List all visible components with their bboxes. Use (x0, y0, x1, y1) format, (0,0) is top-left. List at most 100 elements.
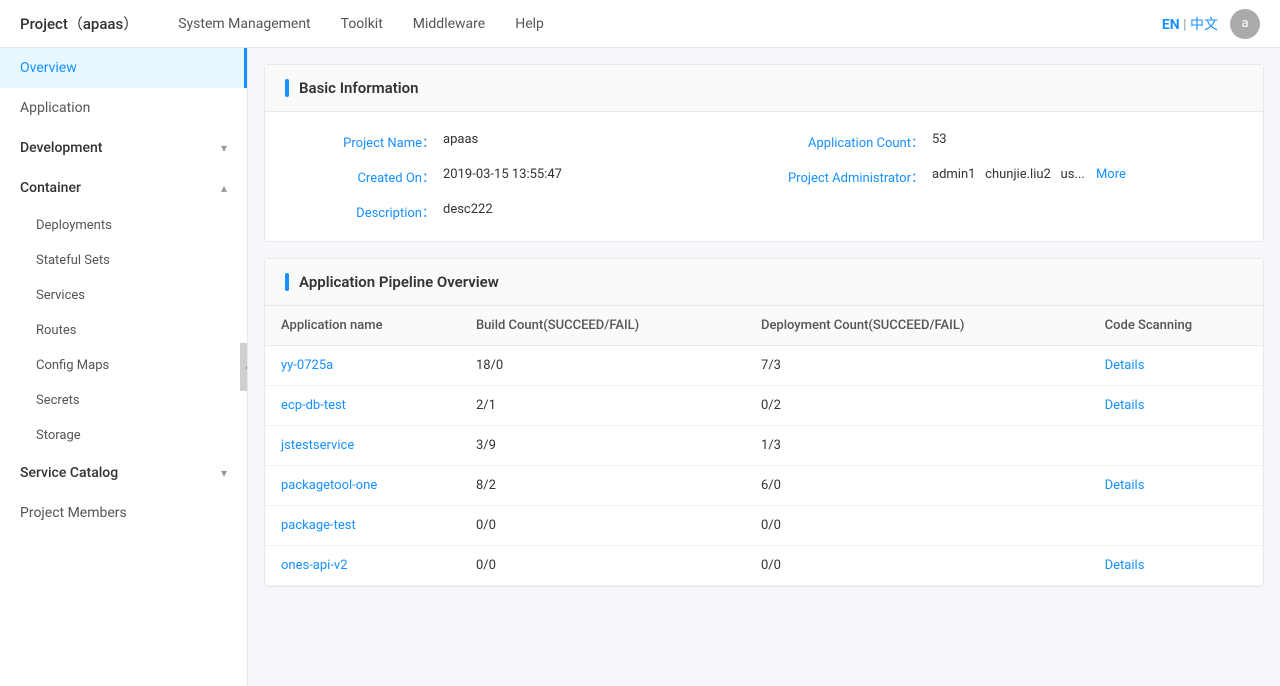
app-name-cell[interactable]: ones-api-v2 (265, 546, 460, 586)
sidebar-container-label: Container (20, 180, 81, 196)
pipeline-table-body: yy-0725a18/07/3Detailsecp-db-test2/10/2D… (265, 346, 1263, 586)
code-scanning-cell[interactable]: Details (1089, 346, 1263, 386)
chevron-up-icon: ▴ (221, 181, 227, 195)
sidebar: Overview Application Development ▾ Conta… (0, 48, 248, 686)
app-link[interactable]: packagetool-one (281, 478, 377, 493)
sidebar-services-label: Services (36, 288, 85, 303)
app-name-cell[interactable]: ecp-db-test (265, 386, 460, 426)
app-count-row: Application Count： 53 (784, 132, 1233, 151)
sidebar-item-overview[interactable]: Overview (0, 48, 247, 88)
nav-system-management[interactable]: System Management (178, 16, 310, 32)
nav-toolkit[interactable]: Toolkit (341, 16, 383, 32)
project-admin-values: admin1 chunjie.liu2 us... More (932, 167, 1126, 182)
avatar[interactable]: a (1230, 9, 1260, 39)
app-link[interactable]: ecp-db-test (281, 398, 346, 413)
sidebar-group-development[interactable]: Development ▾ (0, 128, 247, 168)
deployment-count-cell: 1/3 (745, 426, 1089, 466)
app-count-label: Application Count： (784, 132, 924, 151)
description-row: Description： desc222 (295, 202, 744, 221)
sidebar-item-config-maps[interactable]: Config Maps (0, 348, 247, 383)
code-scanning-cell[interactable]: Details (1089, 386, 1263, 426)
table-row: packagetool-one8/26/0Details (265, 466, 1263, 506)
build-count-cell: 0/0 (460, 506, 745, 546)
pipeline-overview-section: Application Pipeline Overview Applicatio… (264, 258, 1264, 587)
code-scanning-cell (1089, 506, 1263, 546)
created-on-label: Created On： (295, 167, 435, 186)
admin-1: admin1 (932, 167, 975, 182)
sidebar-item-services[interactable]: Services (0, 278, 247, 313)
nav-middleware[interactable]: Middleware (413, 16, 485, 32)
more-admins-link[interactable]: More (1096, 167, 1126, 182)
admin-2: chunjie.liu2 (985, 167, 1051, 182)
project-admin-row: Project Administrator： admin1 chunjie.li… (784, 167, 1233, 186)
sidebar-group-container[interactable]: Container ▴ (0, 168, 247, 208)
project-logo[interactable]: Project（apaas） (20, 13, 138, 34)
details-link[interactable]: Details (1105, 478, 1145, 493)
sidebar-item-stateful-sets[interactable]: Stateful Sets (0, 243, 247, 278)
app-link[interactable]: ones-api-v2 (281, 558, 348, 573)
project-admin-label: Project Administrator： (784, 167, 924, 186)
basic-info-header: Basic Information (265, 65, 1263, 112)
top-nav-right: EN | 中文 a (1162, 9, 1260, 39)
app-name-cell[interactable]: package-test (265, 506, 460, 546)
section-bar-decoration (285, 79, 289, 97)
table-row: ones-api-v2 0/00/0 Details (265, 546, 1263, 586)
sidebar-development-label: Development (20, 140, 102, 156)
details-link[interactable]: Details (1105, 358, 1145, 373)
basic-info-rows-left: Project Name： apaas Created On： 2019-03-… (295, 132, 744, 221)
sidebar-item-project-members[interactable]: Project Members (0, 493, 247, 533)
top-navigation: Project（apaas） System Management Toolkit… (0, 0, 1280, 48)
nav-help[interactable]: Help (515, 16, 544, 32)
pipeline-title: Application Pipeline Overview (299, 273, 499, 291)
app-link[interactable]: package-test (281, 518, 356, 533)
sidebar-storage-label: Storage (36, 428, 81, 443)
table-row: package-test0/00/0 (265, 506, 1263, 546)
app-link[interactable]: yy-0725a (281, 358, 333, 373)
chevron-down-icon-service: ▾ (221, 466, 227, 480)
app-name-cell[interactable]: jstestservice (265, 426, 460, 466)
lang-en[interactable]: EN (1162, 17, 1180, 33)
deployment-count-cell: 6/0 (745, 466, 1089, 506)
table-row: yy-0725a18/07/3Details (265, 346, 1263, 386)
details-link[interactable]: Details (1105, 558, 1145, 573)
lang-zh[interactable]: 中文 (1190, 17, 1218, 33)
sidebar-item-secrets[interactable]: Secrets (0, 383, 247, 418)
app-name-cell[interactable]: packagetool-one (265, 466, 460, 506)
language-switch[interactable]: EN | 中文 (1162, 14, 1218, 34)
build-count-cell: 2/1 (460, 386, 745, 426)
created-on-row: Created On： 2019-03-15 13:55:47 (295, 167, 744, 186)
sidebar-service-catalog-label: Service Catalog (20, 465, 118, 481)
table-row: jstestservice3/91/3 (265, 426, 1263, 466)
sidebar-project-members-label: Project Members (20, 505, 127, 521)
pipeline-header: Application Pipeline Overview (265, 259, 1263, 306)
build-count-cell: 0/0 (460, 546, 745, 586)
code-scanning-cell[interactable]: Details (1089, 466, 1263, 506)
app-name-cell[interactable]: yy-0725a (265, 346, 460, 386)
section-bar-decoration-2 (285, 273, 289, 291)
code-scanning-cell (1089, 426, 1263, 466)
basic-info-grid: Project Name： apaas Created On： 2019-03-… (265, 112, 1263, 241)
sidebar-item-application[interactable]: Application (0, 88, 247, 128)
description-value: desc222 (443, 202, 493, 217)
sidebar-item-routes[interactable]: Routes (0, 313, 247, 348)
app-count-value: 53 (932, 132, 947, 147)
sidebar-group-service-catalog[interactable]: Service Catalog ▾ (0, 453, 247, 493)
deployment-count-cell: 7/3 (745, 346, 1089, 386)
table-row: ecp-db-test2/10/2Details (265, 386, 1263, 426)
sidebar-item-deployments[interactable]: Deployments (0, 208, 247, 243)
deployment-count-cell: 0/0 (745, 546, 1089, 586)
project-name-label: Project Name： (295, 132, 435, 151)
basic-info-title: Basic Information (299, 79, 419, 97)
code-scanning-cell[interactable]: Details (1089, 546, 1263, 586)
sidebar-stateful-sets-label: Stateful Sets (36, 253, 110, 268)
sidebar-collapse-button[interactable]: « (240, 343, 248, 391)
chevron-down-icon: ▾ (221, 141, 227, 155)
admin-3: us... (1061, 167, 1085, 182)
pipeline-table: Application name Build Count(SUCCEED/FAI… (265, 306, 1263, 586)
details-link[interactable]: Details (1105, 398, 1145, 413)
sidebar-item-storage[interactable]: Storage (0, 418, 247, 453)
app-link[interactable]: jstestservice (281, 438, 354, 453)
project-name-value: apaas (443, 132, 478, 147)
sidebar-item-application-label: Application (20, 100, 90, 116)
col-app-name: Application name (265, 306, 460, 346)
